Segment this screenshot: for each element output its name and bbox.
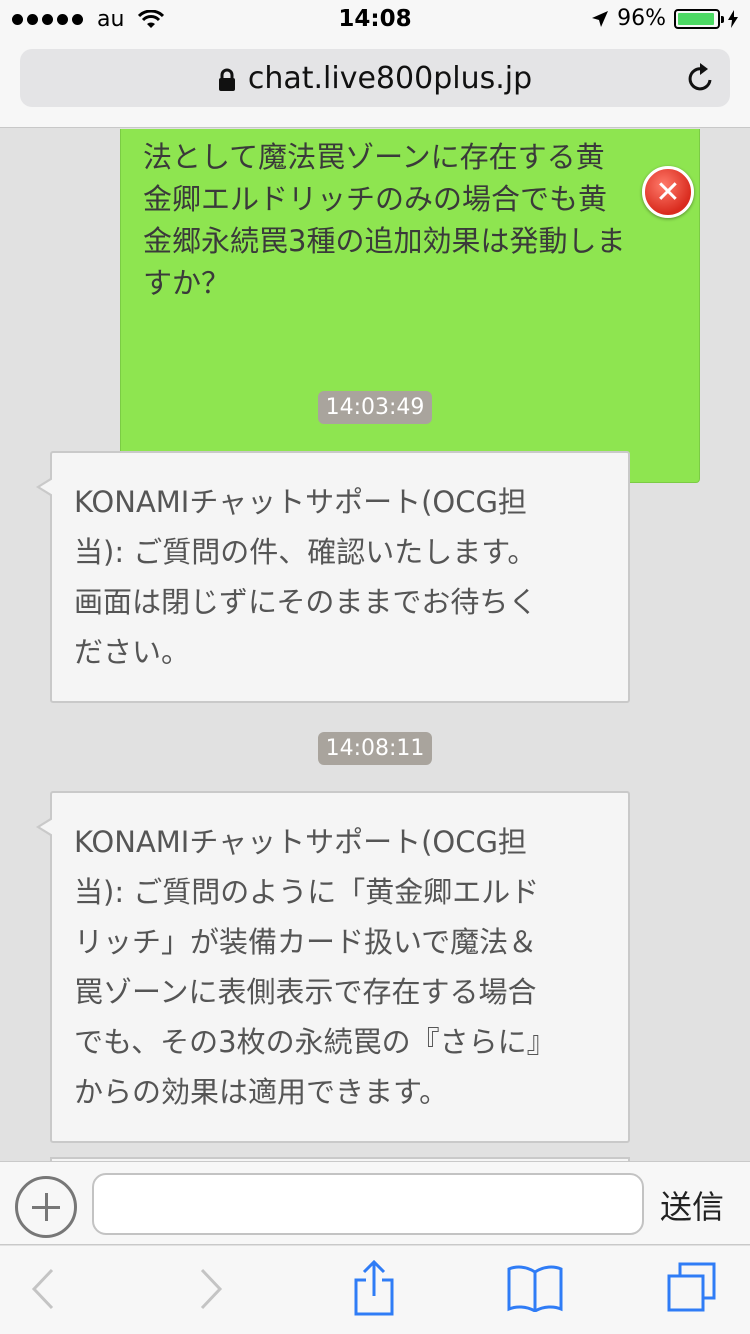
back-icon[interactable] xyxy=(28,1266,58,1312)
wifi-icon xyxy=(138,9,165,28)
message-input-bar: 送信 xyxy=(0,1161,750,1245)
add-attachment-button[interactable] xyxy=(15,1176,77,1238)
status-right: 96% xyxy=(591,6,738,31)
tabs-icon[interactable] xyxy=(666,1262,718,1314)
browser-toolbar xyxy=(0,1246,750,1334)
charging-bolt-icon xyxy=(728,9,738,28)
agent-message-bubble: KONAMIチャットサポート(OCG担 当): ご質問の件、確認いたします。 画… xyxy=(36,451,630,703)
user-message-text: 法として魔法罠ゾーンに存在する黄 金卿エルドリッチのみの場合でも黄 金郷永続罠3… xyxy=(143,140,626,300)
lock-icon xyxy=(218,68,235,91)
url-display[interactable]: chat.live800plus.jp xyxy=(20,61,730,96)
bookmarks-icon[interactable] xyxy=(506,1264,564,1312)
message-input[interactable] xyxy=(92,1173,644,1235)
send-button[interactable]: 送信 xyxy=(660,1182,724,1228)
user-message-bubble: 法として魔法罠ゾーンに存在する黄 金卿エルドリッチのみの場合でも黄 金郷永続罠3… xyxy=(120,129,700,483)
share-icon[interactable] xyxy=(352,1260,396,1316)
address-bar[interactable]: chat.live800plus.jp xyxy=(20,49,730,107)
chat-area[interactable]: 法として魔法罠ゾーンに存在する黄 金卿エルドリッチのみの場合でも黄 金郷永続罠3… xyxy=(0,129,750,1161)
carrier-name: au xyxy=(97,7,125,32)
url-text: chat.live800plus.jp xyxy=(247,61,533,96)
agent-message-text: KONAMIチャットサポート(OCG担 当): ご質問のように「黄金卿エルド リ… xyxy=(74,825,556,1109)
timestamp-label: 14:03:49 xyxy=(317,391,433,424)
agent-message-bubble: KONAMIチャットサポート(OCG担 当): ご質問のように「黄金卿エルド リ… xyxy=(36,791,630,1143)
timestamp-label: 14:08:11 xyxy=(317,732,433,765)
error-icon[interactable]: ✕ xyxy=(642,166,694,218)
status-bar: au 14:08 96% xyxy=(0,0,750,40)
agent-message-text: KONAMIチャットサポート(OCG担 当): ご質問の件、確認いたします。 画… xyxy=(74,485,538,669)
browser-url-area: chat.live800plus.jp xyxy=(0,40,750,128)
reload-icon[interactable] xyxy=(686,62,716,94)
battery-icon xyxy=(674,8,724,29)
location-arrow-icon xyxy=(592,10,609,27)
battery-percent: 96% xyxy=(617,6,666,31)
message-timestamp: 14:03:49 xyxy=(0,391,750,424)
battery-fill xyxy=(678,12,715,25)
signal-strength-icon xyxy=(12,14,83,25)
message-timestamp: 14:08:11 xyxy=(0,732,750,765)
status-left: au xyxy=(12,7,165,32)
forward-icon[interactable] xyxy=(196,1266,226,1312)
